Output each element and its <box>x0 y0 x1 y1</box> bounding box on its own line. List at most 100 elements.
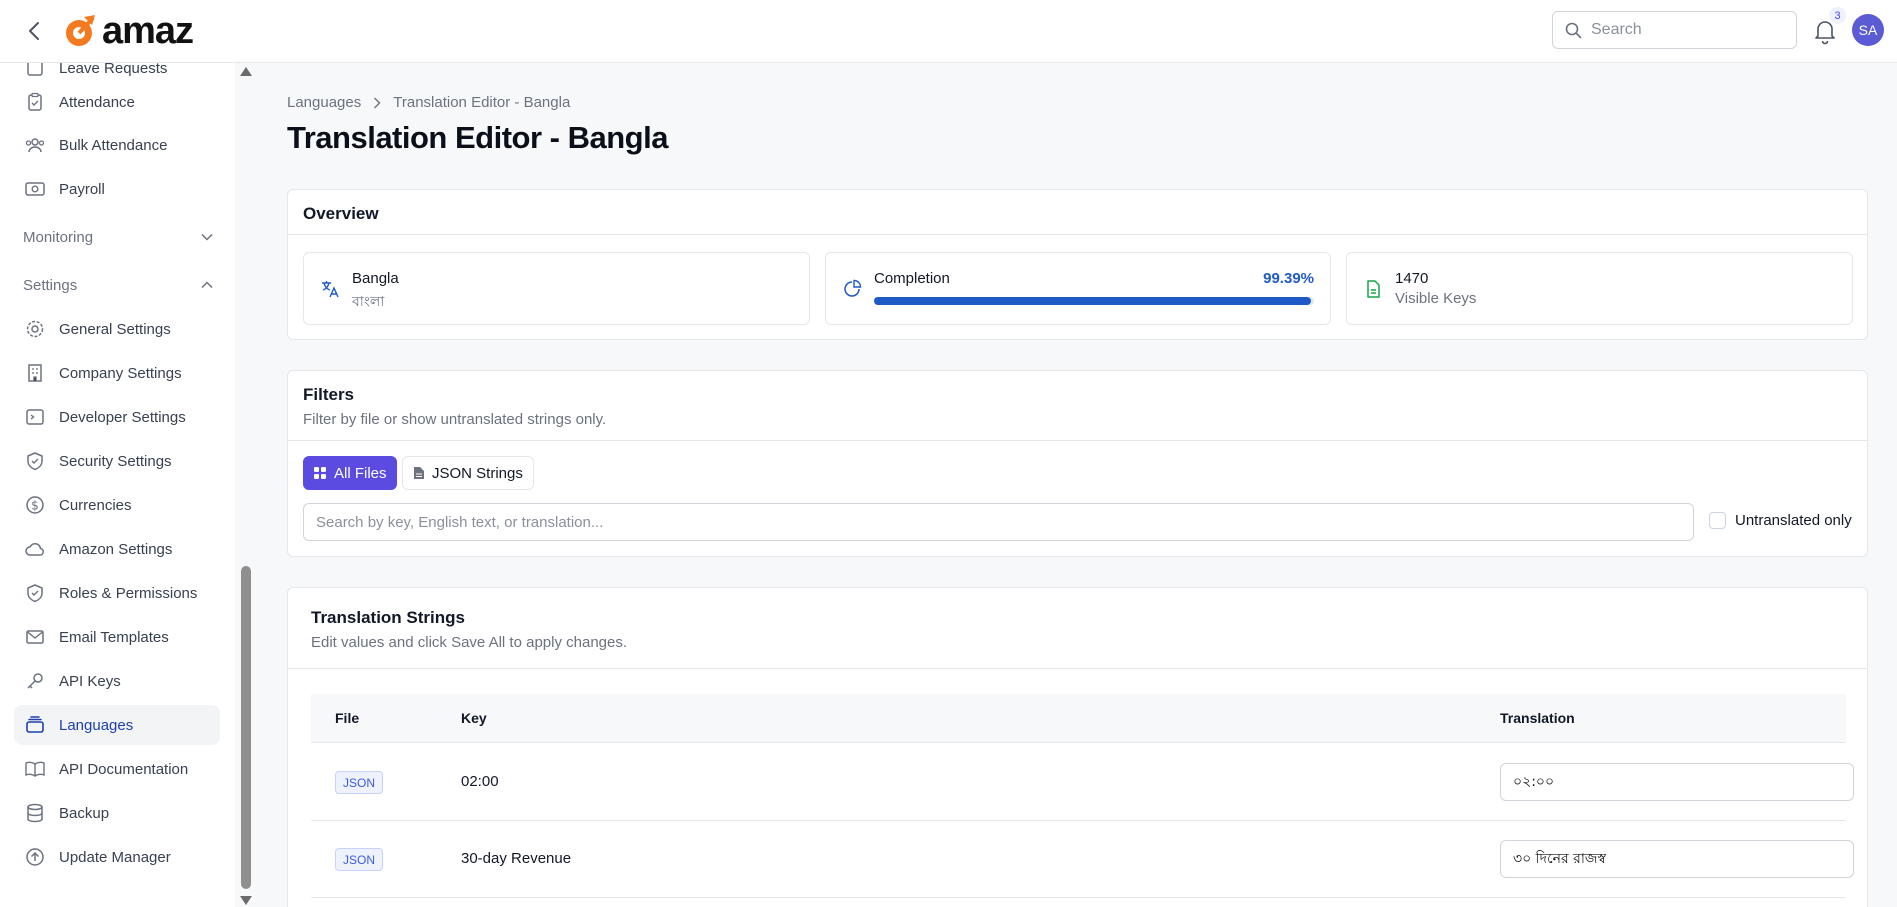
chevron-down-icon <box>201 233 213 241</box>
all-files-filter-button[interactable]: All Files <box>303 456 397 490</box>
sidebar-item-payroll[interactable]: Payroll <box>14 169 220 209</box>
scrollbar-thumb[interactable] <box>241 566 251 889</box>
file-type-badge: JSON <box>335 771 384 794</box>
visible-keys-stat: 1470 Visible Keys <box>1346 252 1853 325</box>
language-stat: Bangla বাংলা <box>303 252 810 325</box>
table-header: File Key Translation <box>311 694 1846 743</box>
translation-key: 30-day Revenue <box>461 850 572 867</box>
global-search-input[interactable] <box>1591 21 1781 39</box>
top-bar: amaz 3 SA <box>0 0 1897 63</box>
completion-progress-fill <box>874 297 1312 305</box>
section-monitoring[interactable]: Monitoring <box>23 224 213 250</box>
translation-input[interactable] <box>1500 763 1854 801</box>
translation-input[interactable] <box>1500 840 1854 878</box>
sidebar-item-bulk-attendance[interactable]: Bulk Attendance <box>14 125 220 165</box>
page-title: Translation Editor - Bangla <box>287 120 668 155</box>
breadcrumb-current: Translation Editor - Bangla <box>393 94 571 111</box>
app-logo[interactable]: amaz <box>62 10 194 52</box>
translate-icon <box>322 281 339 298</box>
untranslated-only-checkbox[interactable] <box>1709 512 1726 529</box>
translation-search-input[interactable] <box>303 503 1694 541</box>
dollar-icon: $ <box>24 494 46 516</box>
sidebar-item-security-settings[interactable]: Security Settings <box>14 441 220 481</box>
sidebar-item-email-templates[interactable]: Email Templates <box>14 617 220 657</box>
clipboard-icon <box>24 91 46 113</box>
section-settings[interactable]: Settings <box>23 272 213 298</box>
column-header-key: Key <box>461 710 487 726</box>
chevron-up-icon <box>201 281 213 289</box>
global-search[interactable] <box>1552 11 1797 49</box>
visible-keys-label: Visible Keys <box>1395 290 1477 307</box>
notification-badge: 3 <box>1829 7 1846 24</box>
mail-icon <box>24 626 46 648</box>
translation-strings-title: Translation Strings <box>311 608 465 627</box>
translation-key: 02:00 <box>461 773 499 790</box>
upload-icon <box>24 846 46 868</box>
back-button[interactable] <box>20 17 48 45</box>
sidebar-item-backup[interactable]: Backup <box>14 793 220 833</box>
visible-keys-count: 1470 <box>1395 270 1429 287</box>
gear-icon <box>24 318 46 340</box>
overview-title: Overview <box>303 204 379 223</box>
calendar-icon <box>24 63 46 79</box>
table-row: JSON 30-day Revenue <box>311 821 1854 898</box>
chevron-left-icon <box>29 22 39 40</box>
svg-text:$: $ <box>31 499 39 513</box>
untranslated-only-toggle[interactable]: Untranslated only <box>1709 512 1852 529</box>
search-icon <box>1565 22 1582 38</box>
sidebar-item-currencies[interactable]: $ Currencies <box>14 485 220 525</box>
filters-card: Filters Filter by file or show untransla… <box>287 370 1868 557</box>
building-icon <box>24 362 46 384</box>
divider <box>288 234 1867 235</box>
sidebar-item-developer-settings[interactable]: Developer Settings <box>14 397 220 437</box>
logo-text: amaz <box>102 10 194 52</box>
sidebar: Leave Requests Attendance Bulk Attendanc… <box>0 63 235 907</box>
completion-progress-bar <box>874 297 1314 305</box>
translation-strings-subtitle: Edit values and click Save All to apply … <box>311 634 628 651</box>
completion-stat: Completion 99.39% <box>825 252 1331 325</box>
completion-percent: 99.39% <box>1263 270 1314 287</box>
book-icon <box>24 758 46 780</box>
logo-mark-icon <box>66 15 95 46</box>
money-icon <box>24 178 46 200</box>
file-type-badge: JSON <box>335 848 384 871</box>
translation-strings-card: Translation Strings Edit values and clic… <box>287 587 1868 907</box>
sidebar-item-api-keys[interactable]: API Keys <box>14 661 220 701</box>
grid-icon <box>314 467 326 479</box>
layers-icon <box>24 714 46 736</box>
breadcrumb-languages[interactable]: Languages <box>287 94 361 111</box>
table-row: JSON 02:00 <box>311 744 1854 821</box>
database-icon <box>24 802 46 824</box>
cloud-icon <box>24 538 46 560</box>
pie-chart-icon <box>844 279 862 297</box>
scroll-down-arrow[interactable] <box>240 896 252 905</box>
json-strings-filter-button[interactable]: JSON Strings <box>402 456 534 490</box>
shield-check-icon <box>24 450 46 472</box>
file-icon <box>414 467 424 479</box>
divider <box>288 440 1867 441</box>
sidebar-item-roles-permissions[interactable]: Roles & Permissions <box>14 573 220 613</box>
shield-check-icon <box>24 582 46 604</box>
avatar[interactable]: SA <box>1852 14 1884 46</box>
scroll-up-arrow[interactable] <box>240 67 252 76</box>
column-header-translation: Translation <box>1500 710 1575 726</box>
sidebar-item-attendance[interactable]: Attendance <box>14 82 220 122</box>
document-icon <box>1367 280 1380 298</box>
divider <box>288 668 1867 669</box>
sidebar-item-amazon-settings[interactable]: Amazon Settings <box>14 529 220 569</box>
filters-title: Filters <box>303 385 355 404</box>
filters-subtitle: Filter by file or show untranslated stri… <box>303 411 607 428</box>
terminal-icon <box>24 406 46 428</box>
overview-card: Overview Bangla বাংলা Completion 99.39% … <box>287 189 1868 340</box>
sidebar-item-api-documentation[interactable]: API Documentation <box>14 749 220 789</box>
sidebar-item-update-manager[interactable]: Update Manager <box>14 837 220 877</box>
sidebar-item-languages[interactable]: Languages <box>14 705 220 745</box>
sidebar-item-company-settings[interactable]: Company Settings <box>14 353 220 393</box>
completion-label: Completion <box>874 270 950 287</box>
key-icon <box>24 670 46 692</box>
column-header-file: File <box>335 710 360 726</box>
language-native-name: বাংলা <box>352 294 385 310</box>
sidebar-item-general-settings[interactable]: General Settings <box>14 309 220 349</box>
breadcrumb: Languages Translation Editor - Bangla <box>287 94 570 111</box>
untranslated-only-label: Untranslated only <box>1735 512 1852 529</box>
